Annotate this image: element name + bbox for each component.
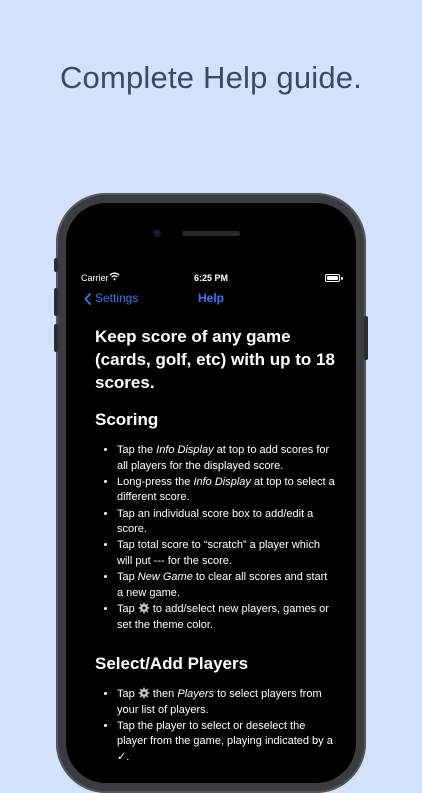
list-item: Tap to add/select new players, games or … [117,602,335,633]
phone-volume-up-button [54,288,58,316]
earpiece-speaker [182,231,240,236]
section-title-players: Select/Add Players [95,654,249,674]
phone-volume-down-button [54,324,58,352]
navigation-bar: Settings Help [66,289,356,311]
list-item: Tap the player to select or deselect the… [117,719,335,766]
section-title-scoring: Scoring [95,410,159,429]
list-item: Long-press the Info Display at top to se… [117,475,335,506]
players-list: Tap then Players to select players from … [95,687,335,766]
gear-icon [138,687,150,699]
status-time: 6:25 PM [193,273,228,283]
phone-power-button [364,316,368,360]
list-item: Tap total score to “scratch” a player wh… [117,538,335,569]
promo-headline: Complete Help guide. [59,60,363,95]
help-content: Keep score of any game (cards, golf, etc… [95,325,335,783]
list-item: Tap the Info Display at top to add score… [117,443,335,474]
intro-text: Keep score of any game (cards, golf, etc… [95,327,335,392]
nav-title: Help [197,291,224,305]
list-item: Tap an individual score box to add/edit … [117,507,335,538]
phone-side-button [54,258,58,272]
scoring-list: Tap the Info Display at top to add score… [95,443,335,633]
list-item: Tap New Game to clear all scores and sta… [117,570,335,601]
battery-tip [341,277,343,280]
front-camera [153,229,161,237]
gear-icon [138,602,150,614]
list-item: Tap then Players to select players from … [117,687,335,718]
status-bar: Carrier 6:25 PM [66,271,356,287]
battery-icon [325,274,340,282]
phone-screen: Carrier 6:25 PM Settings Help Keep score… [66,203,356,783]
